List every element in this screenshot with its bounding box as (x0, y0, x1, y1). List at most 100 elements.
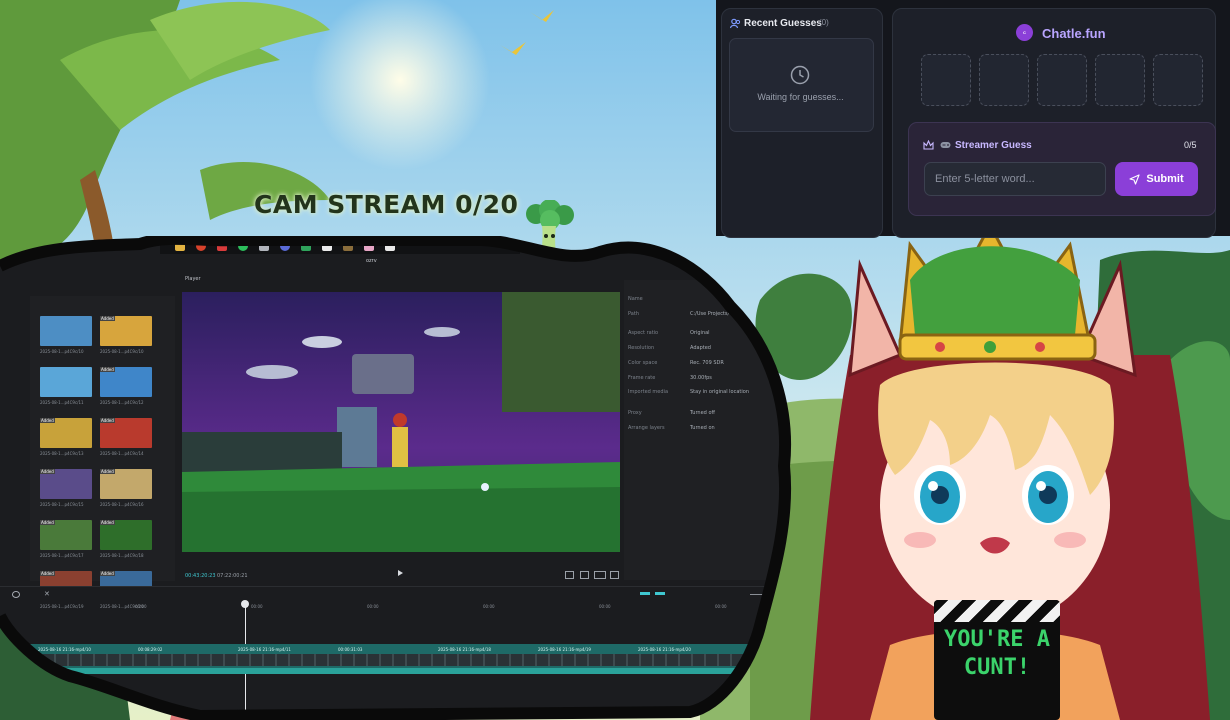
ruler-mark: 00:00 (135, 604, 147, 609)
video-editor-capture: ozrv 2025-08-1...p4C9c/10 Added 2025-08-1.… (0, 236, 795, 720)
editor-window-title: ozrv (366, 258, 377, 264)
streamer-guess-title: Streamer Guess (955, 140, 1032, 151)
crown-icon (923, 140, 934, 150)
property-value: Turned off (690, 410, 715, 416)
word-guess-input[interactable] (924, 162, 1106, 196)
property-value: Adapted (690, 345, 711, 351)
media-label: 2025-08-1...p4C9c/13 (40, 451, 84, 456)
media-label: 2025-08-1...p4C9c/18 (100, 553, 144, 558)
added-badge: Added (101, 520, 114, 525)
ruler-mark: 00:00 (367, 604, 379, 609)
added-badge: Added (101, 418, 114, 423)
clapperboard-text: YOU'RE A CUNT! (944, 627, 1050, 680)
added-badge: Added (101, 469, 114, 474)
added-badge: Added (101, 316, 114, 321)
ruler-mark: 00:00 (599, 604, 611, 609)
property-name: Arrange layers (628, 425, 665, 431)
chatle-logo-icon: C (1016, 24, 1033, 41)
added-badge: Added (41, 418, 54, 423)
undo-icon[interactable] (12, 591, 20, 598)
property-name: Proxy (628, 410, 642, 416)
player-current-time: 00:43:20:23 (185, 573, 216, 579)
fullscreen-icon[interactable] (610, 571, 619, 579)
added-badge: Added (41, 469, 54, 474)
chatle-brand: Chatle.fun (1042, 26, 1106, 41)
link-icon[interactable] (655, 592, 665, 595)
property-value: C:/Use Projects/ (690, 311, 730, 317)
sheets-icon[interactable] (301, 241, 311, 251)
letter-tile (921, 54, 971, 106)
app-gray-icon[interactable] (259, 241, 269, 251)
app-white-icon[interactable] (385, 241, 395, 251)
property-value: Turned on (690, 425, 715, 431)
media-label: 2025-08-1...p4C9c/10 (100, 349, 144, 354)
whatsapp-icon[interactable] (238, 241, 248, 251)
clip-label: 2025-08-16 21:16-mp4/11 (238, 647, 291, 652)
property-name: Imported media (628, 389, 669, 395)
letter-tile (1037, 54, 1087, 106)
media-label: 2025-08-1...p4C9c/12 (100, 400, 144, 405)
media-label: 2025-08-1...p4C9c/15 (40, 502, 84, 507)
discord-icon[interactable] (280, 241, 290, 251)
waiting-text: Waiting for guesses... (757, 92, 844, 102)
playhead-handle[interactable] (241, 600, 249, 608)
timeline-toolbar (0, 586, 795, 601)
property-value: Original (690, 330, 710, 336)
ratio-icon[interactable] (594, 571, 606, 579)
clapperboard-sign: YOU'RE A CUNT! (934, 600, 1060, 720)
property-name: Color space (628, 360, 658, 366)
added-badge: Added (41, 571, 54, 576)
submit-button[interactable]: Submit (1115, 162, 1198, 196)
media-label: 2025-08-1...p4C9c/10 (40, 349, 84, 354)
ruler-mark: 00:00 (715, 604, 727, 609)
letter-tile (1095, 54, 1145, 106)
player-label: Player (185, 276, 201, 282)
fit-icon[interactable] (565, 571, 574, 579)
play-icon[interactable] (398, 570, 403, 576)
streamer-guess-count: 0/5 (1184, 140, 1197, 150)
recent-guesses-list (729, 38, 874, 132)
audio-waveform (30, 668, 795, 674)
letter-tile (1153, 54, 1203, 106)
crop-icon[interactable] (580, 571, 589, 579)
app-pink-icon[interactable] (364, 241, 374, 251)
folder-icon[interactable] (175, 241, 185, 251)
player-preview (182, 292, 620, 552)
cam-stream-title: CAM STREAM 0/20 (254, 190, 519, 219)
property-value: Rec. 709 SDR (690, 360, 724, 366)
filmstrip (30, 654, 795, 666)
property-name: Path (628, 311, 639, 317)
ruler-mark: 00:00 (483, 604, 495, 609)
clip-label: 2025-08-16 21:16-mp4/10 (38, 647, 91, 652)
clip-label: 00:00:31:03 (338, 647, 363, 652)
split-icon[interactable]: ✕ (44, 590, 50, 598)
ruler-mark: 00:00 (251, 604, 263, 609)
capcut-icon[interactable] (322, 241, 332, 251)
property-value: Stay in original location (690, 389, 750, 395)
added-badge: Added (101, 367, 114, 372)
clip-label: 2025-08-16 21:16-mp4/20 (638, 647, 691, 652)
clip-label: 2025-08-16 21:16-mp4/19 (538, 647, 591, 652)
clip-label: 00:08:29:02 (138, 647, 163, 652)
property-value: 30.00fps (690, 375, 712, 381)
opera-icon[interactable] (196, 241, 206, 251)
gamepad-icon (940, 142, 951, 148)
media-thumbnail[interactable] (40, 316, 92, 346)
media-label: 2025-08-1...p4C9c/19 (40, 604, 84, 609)
property-name: Aspect ratio (628, 330, 659, 336)
media-label: 2025-08-1...p4C9c/16 (100, 502, 144, 507)
media-label: 2025-08-1...p4C9c/14 (100, 451, 144, 456)
app-brown-icon[interactable] (343, 241, 353, 251)
app-red-icon[interactable] (217, 241, 227, 251)
added-badge: Added (101, 571, 114, 576)
snap-icon[interactable] (640, 592, 650, 595)
letter-tile (979, 54, 1029, 106)
recent-guesses-title: Recent Guesses (744, 18, 822, 29)
media-label: 2025-08-1...p4C9c/17 (40, 553, 84, 558)
added-badge: Added (41, 520, 54, 525)
media-thumbnail[interactable] (40, 367, 92, 397)
property-name: Frame rate (628, 375, 656, 381)
media-label: 2025-08-1...p4C9c/11 (40, 400, 84, 405)
recent-guesses-count: (0) (819, 18, 829, 27)
users-icon (730, 18, 741, 29)
